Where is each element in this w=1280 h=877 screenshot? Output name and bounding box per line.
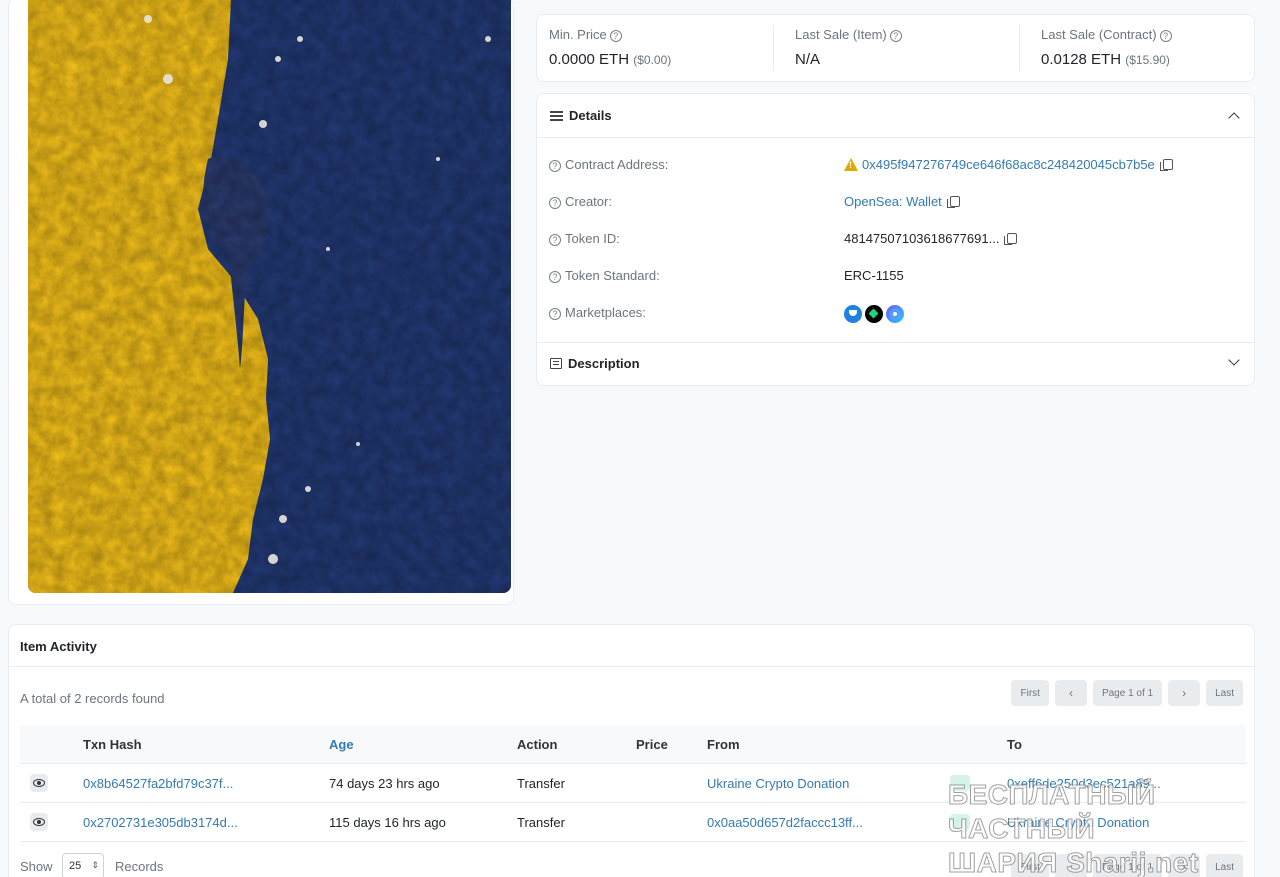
price-summary-card: Min. Price? 0.0000 ETH ($0.00) Last Sale… xyxy=(536,14,1255,82)
table-row: 0x8b64527fa2bfd79c37f... 74 days 23 hrs … xyxy=(20,764,1246,803)
token-standard-row: ? Token Standard: ERC-1155 xyxy=(549,268,1239,288)
divider xyxy=(537,137,1254,138)
list-icon xyxy=(550,111,563,121)
help-icon[interactable]: ? xyxy=(549,234,561,246)
creator-label: Creator: xyxy=(565,194,612,209)
prev-page-button[interactable]: ‹ xyxy=(1054,854,1087,877)
nft-artwork-image[interactable] xyxy=(28,0,511,593)
col-age[interactable]: Age xyxy=(329,737,354,752)
min-price-usd: ($0.00) xyxy=(633,53,672,67)
activity-table-header: Txn Hash Age Action Price From To xyxy=(20,725,1246,764)
min-price-value: 0.0000 ETH xyxy=(549,51,630,68)
token-id-value: 48147507103618677691... xyxy=(844,231,1000,246)
pagination-bottom: First ‹ Page 1 of 1 › Last xyxy=(1011,854,1243,877)
creator-link[interactable]: OpenSea: Wallet xyxy=(844,194,942,209)
page-size-select[interactable]: 25 xyxy=(62,853,104,877)
txn-hash-link[interactable]: 0x8b64527fa2bfd79c37f... xyxy=(83,776,233,791)
table-row: 0x2702731e305db3174d... 115 days 16 hrs … xyxy=(20,803,1246,842)
eye-icon[interactable] xyxy=(30,774,48,792)
arrow-right-icon xyxy=(950,814,970,830)
last-sale-contract-usd: ($15.90) xyxy=(1125,53,1170,67)
token-id-label: Token ID: xyxy=(565,231,620,246)
description-header[interactable]: Description xyxy=(537,342,1254,386)
min-price-stat: Min. Price? 0.0000 ETH ($0.00) xyxy=(549,27,671,68)
col-from: From xyxy=(707,737,740,752)
item-activity-card: Item Activity A total of 2 records found… xyxy=(8,624,1255,877)
token-standard-label: Token Standard: xyxy=(565,268,660,283)
last-sale-contract-value: 0.0128 ETH xyxy=(1041,51,1122,68)
col-to: To xyxy=(1007,737,1022,752)
last-sale-contract-stat: Last Sale (Contract)? 0.0128 ETH ($15.90… xyxy=(1041,27,1172,68)
action-cell: Transfer xyxy=(517,815,565,830)
page-indicator: Page 1 of 1 xyxy=(1092,680,1163,706)
first-page-button[interactable]: First xyxy=(1011,854,1049,877)
marketplaces-label: Marketplaces: xyxy=(565,305,646,320)
chevron-down-icon[interactable] xyxy=(1228,354,1240,366)
item-activity-title: Item Activity xyxy=(20,639,97,654)
help-icon[interactable]: ? xyxy=(609,30,622,42)
page-size-value: 25 xyxy=(69,860,82,872)
pagination-top: First ‹ Page 1 of 1 › Last xyxy=(1011,680,1243,706)
show-label: Show xyxy=(20,859,53,874)
details-card: Details ? Contract Address: 0x495f9472767… xyxy=(536,93,1255,386)
txn-hash-link[interactable]: 0x2702731e305db3174d... xyxy=(83,815,238,830)
next-page-button[interactable]: › xyxy=(1168,854,1201,877)
looksrare-icon[interactable] xyxy=(886,305,904,323)
from-link[interactable]: 0x0aa50d657d2faccc13ff... xyxy=(707,815,863,830)
help-icon[interactable]: ? xyxy=(549,308,561,320)
copy-icon[interactable] xyxy=(1004,233,1018,245)
last-sale-item-stat: Last Sale (Item)? N/A xyxy=(795,27,902,68)
contract-address-label: Contract Address: xyxy=(565,157,669,172)
last-page-button[interactable]: Last xyxy=(1206,680,1243,706)
help-icon[interactable]: ? xyxy=(549,271,561,283)
next-page-button[interactable]: › xyxy=(1168,680,1201,706)
divider xyxy=(773,25,774,71)
to-link[interactable]: Ukraine Crypto Donation xyxy=(1007,815,1149,830)
last-page-button[interactable]: Last xyxy=(1206,854,1243,877)
page-indicator: Page 1 of 1 xyxy=(1092,854,1163,877)
age-cell: 74 days 23 hrs ago xyxy=(329,776,440,791)
warning-icon xyxy=(844,158,858,171)
arrow-right-icon xyxy=(950,775,970,791)
document-icon xyxy=(550,358,562,369)
min-price-label: Min. Price xyxy=(549,27,607,42)
eye-icon[interactable] xyxy=(30,813,48,831)
blur-icon[interactable] xyxy=(865,305,883,323)
nft-image-card xyxy=(8,0,514,605)
records-total: A total of 2 records found xyxy=(20,691,165,706)
token-standard-value: ERC-1155 xyxy=(844,268,904,283)
help-icon[interactable]: ? xyxy=(1159,30,1172,42)
details-title: Details xyxy=(569,108,612,123)
divider xyxy=(9,666,1254,667)
help-icon[interactable]: ? xyxy=(549,197,561,209)
copy-icon[interactable] xyxy=(1159,159,1173,171)
help-icon[interactable]: ? xyxy=(889,30,902,42)
artwork-graphic xyxy=(28,0,511,593)
marketplaces-row: ? Marketplaces: xyxy=(549,305,1239,325)
last-sale-contract-label: Last Sale (Contract) xyxy=(1041,27,1157,42)
to-link[interactable]: 0xeff6de250d3ec521a89... xyxy=(1007,776,1161,791)
contract-address-row: ? Contract Address: 0x495f947276749ce646f… xyxy=(549,157,1239,177)
token-id-row: ? Token ID: 48147507103618677691... xyxy=(549,231,1239,251)
divider xyxy=(1019,25,1020,71)
prev-page-button[interactable]: ‹ xyxy=(1054,680,1087,706)
first-page-button[interactable]: First xyxy=(1011,680,1049,706)
contract-address-link[interactable]: 0x495f947276749ce646f68ac8c248420045cb7b… xyxy=(862,157,1155,172)
action-cell: Transfer xyxy=(517,776,565,791)
last-sale-item-label: Last Sale (Item) xyxy=(795,27,887,42)
details-header[interactable]: Details xyxy=(537,94,1254,138)
description-title: Description xyxy=(568,356,640,371)
opensea-icon[interactable] xyxy=(844,305,862,323)
last-sale-item-value: N/A xyxy=(795,51,821,68)
copy-icon[interactable] xyxy=(946,196,960,208)
chevron-up-icon[interactable] xyxy=(1228,112,1240,124)
col-txn-hash: Txn Hash xyxy=(83,737,142,752)
col-action: Action xyxy=(517,737,558,752)
from-link[interactable]: Ukraine Crypto Donation xyxy=(707,776,849,791)
creator-row: ? Creator: OpenSea: Wallet xyxy=(549,194,1239,214)
age-cell: 115 days 16 hrs ago xyxy=(329,815,446,830)
records-label: Records xyxy=(115,859,164,874)
help-icon[interactable]: ? xyxy=(549,160,561,172)
col-price: Price xyxy=(636,737,668,752)
